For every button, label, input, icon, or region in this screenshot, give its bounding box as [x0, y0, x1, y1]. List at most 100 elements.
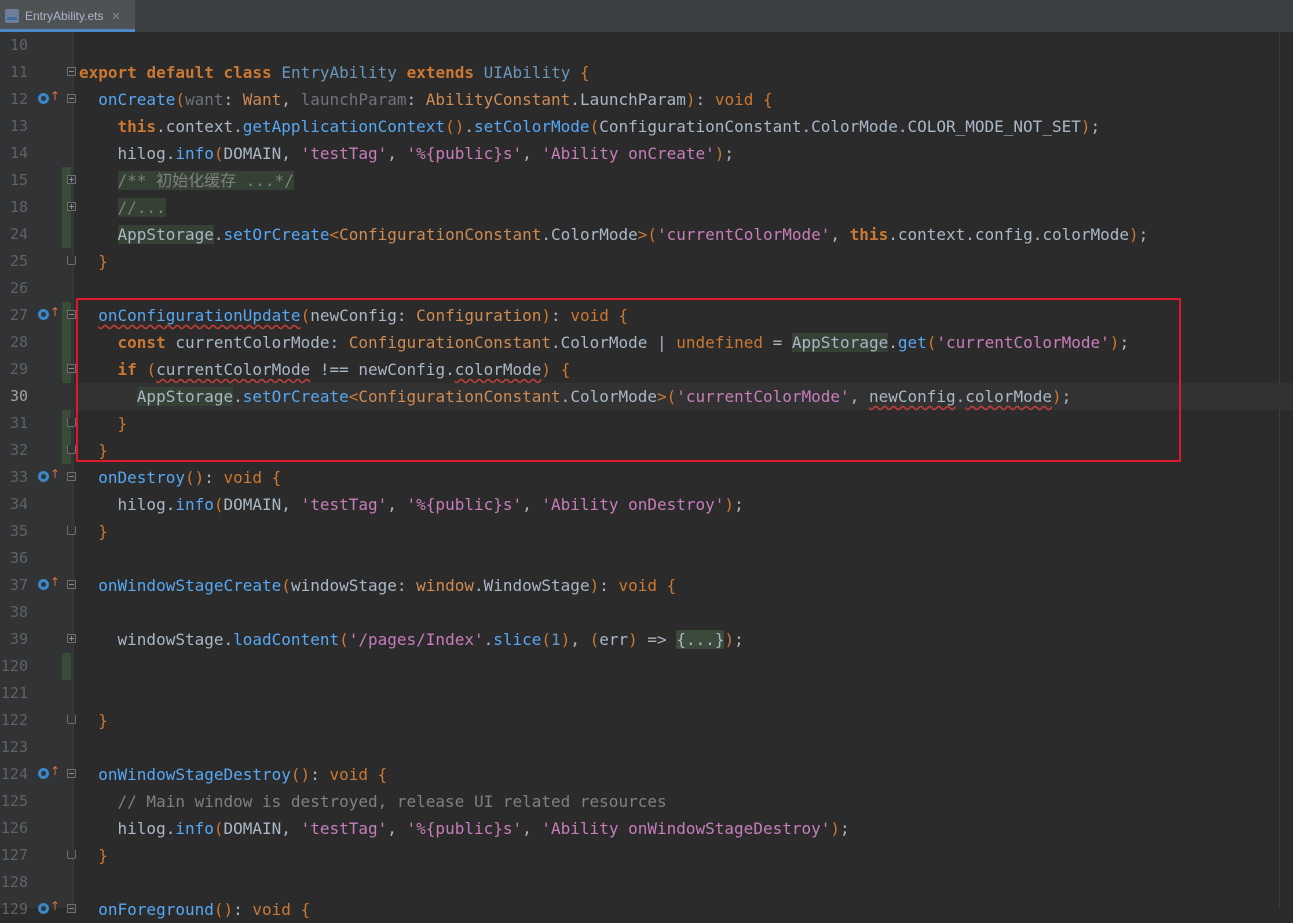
- fold-toggle-icon[interactable]: [67, 364, 76, 373]
- code-line[interactable]: 18 //...: [0, 194, 1293, 221]
- code-line[interactable]: 33 ↑ onDestroy(): void {: [0, 464, 1293, 491]
- code-line[interactable]: 32 }: [0, 437, 1293, 464]
- code-line[interactable]: 27 ↑ onConfigurationUpdate(newConfig: Co…: [0, 302, 1293, 329]
- override-method-icon[interactable]: ↑: [38, 899, 60, 917]
- code-line[interactable]: 36: [0, 545, 1293, 572]
- fold-toggle-icon[interactable]: [67, 580, 76, 589]
- line-number: 10: [9, 36, 28, 54]
- code-line[interactable]: 125 // Main window is destroyed, release…: [0, 788, 1293, 815]
- line-number: 33: [9, 468, 28, 486]
- code-line[interactable]: 38: [0, 599, 1293, 626]
- code-text: onCreate(want: Want, launchParam: Abilit…: [98, 90, 773, 109]
- code-line[interactable]: 31 }: [0, 410, 1293, 437]
- code-line-current[interactable]: 30 AppStorage.setOrCreate<ConfigurationC…: [0, 383, 1293, 410]
- code-line[interactable]: 34 hilog.info(DOMAIN, 'testTag', '%{publ…: [0, 491, 1293, 518]
- line-number: 27: [9, 306, 28, 324]
- line-number: 39: [9, 630, 28, 648]
- code-text: if (currentColorMode !== newConfig.color…: [117, 360, 571, 379]
- line-number: 13: [9, 117, 28, 135]
- code-text: //...: [117, 198, 166, 217]
- line-number: 127: [0, 846, 28, 864]
- fold-toggle-icon[interactable]: [67, 472, 76, 481]
- line-number: 11: [9, 63, 28, 81]
- code-text: }: [98, 711, 108, 730]
- code-line[interactable]: 120: [0, 653, 1293, 680]
- code-line[interactable]: 15 /** 初始化缓存 ...*/: [0, 167, 1293, 194]
- code-line[interactable]: 39 windowStage.loadContent('/pages/Index…: [0, 626, 1293, 653]
- line-number: 32: [9, 441, 28, 459]
- tab-entryability[interactable]: EntryAbility.ets ✕: [0, 0, 135, 32]
- code-text: onDestroy(): void {: [98, 468, 282, 487]
- code-line[interactable]: 129 ↑ onForeground(): void {: [0, 896, 1293, 923]
- override-method-icon[interactable]: ↑: [38, 305, 60, 323]
- line-number: 122: [0, 711, 28, 729]
- code-text: hilog.info(DOMAIN, 'testTag', '%{public}…: [117, 495, 744, 514]
- line-number: 18: [9, 198, 28, 216]
- code-text: onWindowStageCreate(windowStage: window.…: [98, 576, 677, 595]
- code-line[interactable]: 126 hilog.info(DOMAIN, 'testTag', '%{pub…: [0, 815, 1293, 842]
- code-text: hilog.info(DOMAIN, 'testTag', '%{public}…: [117, 144, 735, 163]
- code-line[interactable]: 10: [0, 32, 1293, 59]
- code-text: }: [98, 441, 108, 460]
- fold-end-icon[interactable]: [67, 850, 76, 859]
- line-number: 38: [9, 603, 28, 621]
- fold-toggle-icon[interactable]: [67, 310, 76, 319]
- code-line[interactable]: 121: [0, 680, 1293, 707]
- code-line[interactable]: 24 AppStorage.setOrCreate<ConfigurationC…: [0, 221, 1293, 248]
- code-line[interactable]: 128: [0, 869, 1293, 896]
- fold-toggle-icon[interactable]: [67, 67, 76, 76]
- folded-code-block[interactable]: {...}: [676, 630, 725, 649]
- code-text: AppStorage.setOrCreate<ConfigurationCons…: [117, 225, 1149, 244]
- fold-toggle-icon[interactable]: [67, 904, 76, 913]
- override-method-icon[interactable]: ↑: [38, 575, 60, 593]
- code-line[interactable]: 29 if (currentColorMode !== newConfig.co…: [0, 356, 1293, 383]
- editor-tab-bar: EntryAbility.ets ✕: [0, 0, 1293, 33]
- code-text: AppStorage.setOrCreate<ConfigurationCons…: [136, 387, 1072, 406]
- code-line[interactable]: 28 const currentColorMode: Configuration…: [0, 329, 1293, 356]
- code-line[interactable]: 37 ↑ onWindowStageCreate(windowStage: wi…: [0, 572, 1293, 599]
- override-method-icon[interactable]: ↑: [38, 89, 60, 107]
- code-text: const currentColorMode: ConfigurationCon…: [117, 333, 1130, 352]
- line-number: 31: [9, 414, 28, 432]
- code-text: }: [98, 846, 108, 865]
- fold-expand-icon[interactable]: [67, 634, 76, 643]
- line-number: 129: [0, 900, 28, 918]
- line-number: 25: [9, 252, 28, 270]
- line-number: 36: [9, 549, 28, 567]
- line-number: 128: [0, 873, 28, 891]
- close-icon[interactable]: ✕: [111, 10, 120, 23]
- fold-toggle-icon[interactable]: [67, 94, 76, 103]
- fold-end-icon[interactable]: [67, 445, 76, 454]
- line-number: 124: [0, 765, 28, 783]
- code-line[interactable]: 14 hilog.info(DOMAIN, 'testTag', '%{publ…: [0, 140, 1293, 167]
- code-text: onForeground(): void {: [98, 900, 311, 919]
- code-line[interactable]: 26: [0, 275, 1293, 302]
- code-text: hilog.info(DOMAIN, 'testTag', '%{public}…: [117, 819, 850, 838]
- fold-expand-icon[interactable]: [67, 175, 76, 184]
- code-line[interactable]: 25 }: [0, 248, 1293, 275]
- code-line[interactable]: 122 }: [0, 707, 1293, 734]
- override-method-icon[interactable]: ↑: [38, 467, 60, 485]
- code-line[interactable]: 11 export default class EntryAbility ext…: [0, 59, 1293, 86]
- line-number: 12: [9, 90, 28, 108]
- fold-end-icon[interactable]: [67, 715, 76, 724]
- code-editor[interactable]: 10 11 export default class EntryAbility …: [0, 32, 1293, 919]
- fold-end-icon[interactable]: [67, 526, 76, 535]
- fold-toggle-icon[interactable]: [67, 769, 76, 778]
- code-text: export default class EntryAbility extend…: [79, 63, 590, 82]
- override-method-icon[interactable]: ↑: [38, 764, 60, 782]
- line-number: 126: [0, 819, 28, 837]
- code-text: onWindowStageDestroy(): void {: [98, 765, 388, 784]
- fold-expand-icon[interactable]: [67, 202, 76, 211]
- fold-end-icon[interactable]: [67, 256, 76, 265]
- fold-end-icon[interactable]: [67, 418, 76, 427]
- code-line[interactable]: 123: [0, 734, 1293, 761]
- code-line[interactable]: 12 ↑ onCreate(want: Want, launchParam: A…: [0, 86, 1293, 113]
- line-number: 15: [9, 171, 28, 189]
- code-line[interactable]: 124 ↑ onWindowStageDestroy(): void {: [0, 761, 1293, 788]
- code-line[interactable]: 13 this.context.getApplicationContext().…: [0, 113, 1293, 140]
- code-text: }: [98, 252, 108, 271]
- code-line[interactable]: 35 }: [0, 518, 1293, 545]
- code-line[interactable]: 127 }: [0, 842, 1293, 869]
- code-text: }: [98, 522, 108, 541]
